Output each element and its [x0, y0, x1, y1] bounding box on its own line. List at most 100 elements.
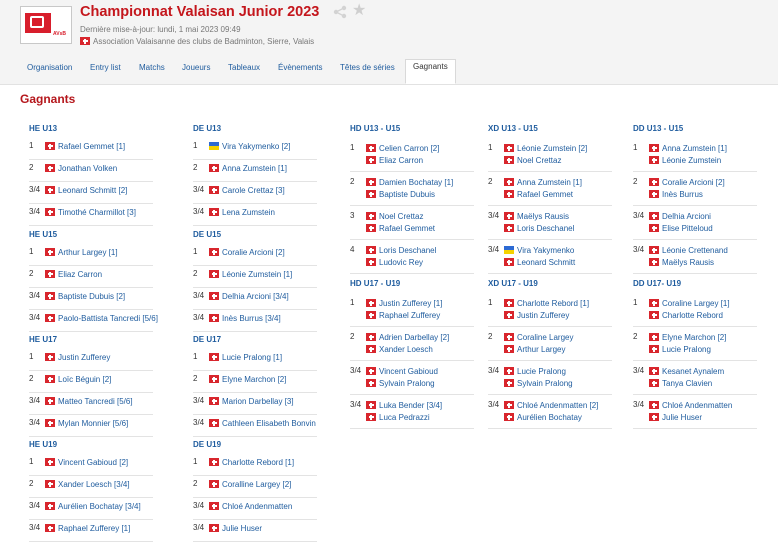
player-name[interactable]: Maëlys Rausis — [517, 212, 569, 221]
player-name[interactable]: Lucie Pralong — [662, 345, 711, 354]
player-name[interactable]: Justin Zufferey [1] — [379, 299, 442, 308]
player-link[interactable]: Loris Deschanel — [366, 245, 474, 257]
player-link[interactable]: Léonie Zumstein [1] — [209, 269, 317, 281]
player-name[interactable]: Inès Burrus [3/4] — [222, 314, 281, 323]
player-link[interactable]: Maëlys Rausis — [649, 257, 757, 269]
player-name[interactable]: Aurélien Bochatay [3/4] — [58, 502, 141, 511]
group-title[interactable]: DD U17- U19 — [633, 279, 757, 293]
player-name[interactable]: Sylvain Pralong — [379, 379, 435, 388]
player-name[interactable]: Mylan Monnier [5/6] — [58, 419, 128, 428]
tab-matchs[interactable]: Matchs — [139, 60, 165, 79]
player-link[interactable]: Raphael Zufferey [1] — [45, 523, 153, 535]
player-name[interactable]: Luca Pedrazzi — [379, 413, 430, 422]
player-link[interactable]: Anna Zumstein [1] — [209, 163, 317, 175]
organization-line[interactable]: Association Valaisanne des clubs de Badm… — [80, 36, 314, 46]
player-link[interactable]: Elyne Marchon [2] — [209, 374, 317, 386]
player-link[interactable]: Leonard Schmitt — [504, 257, 612, 269]
tab-gagnants[interactable]: Gagnants — [405, 59, 456, 84]
player-link[interactable]: Paolo-Battista Tancredi [5/6] — [45, 313, 158, 325]
player-name[interactable]: Julie Huser — [662, 413, 702, 422]
player-link[interactable]: Carole Crettaz [3] — [209, 185, 317, 197]
player-link[interactable]: Inès Burrus — [649, 189, 757, 201]
share-icon[interactable] — [333, 5, 347, 19]
group-title[interactable]: DE U13 — [193, 124, 317, 138]
player-link[interactable]: Chloé Andenmatten — [649, 400, 757, 412]
player-name[interactable]: Rafael Gemmet — [379, 224, 435, 233]
tab-tetes-de-series[interactable]: Têtes de séries — [340, 60, 395, 79]
player-name[interactable]: Arthur Largey [1] — [58, 248, 118, 257]
player-name[interactable]: Justin Zufferey — [58, 353, 110, 362]
player-name[interactable]: Tanya Clavien — [662, 379, 712, 388]
group-title[interactable]: DE U19 — [193, 440, 317, 454]
player-link[interactable]: Ludovic Rey — [366, 257, 474, 269]
player-link[interactable]: Vira Yakymenko — [504, 245, 612, 257]
player-name[interactable]: Baptiste Dubuis [2] — [58, 292, 125, 301]
player-name[interactable]: Léonie Zumstein [1] — [222, 270, 292, 279]
player-link[interactable]: Xander Loesch — [366, 344, 474, 356]
player-link[interactable]: Anna Zumstein [1] — [649, 143, 757, 155]
player-link[interactable]: Charlotte Rebord [1] — [504, 298, 612, 310]
player-name[interactable]: Celien Carron [2] — [379, 144, 439, 153]
player-name[interactable]: Luka Bender [3/4] — [379, 401, 442, 410]
player-link[interactable]: Adrien Darbellay [2] — [366, 332, 474, 344]
player-link[interactable]: Julie Huser — [209, 523, 317, 535]
player-name[interactable]: Lucie Pralong — [517, 367, 566, 376]
player-name[interactable]: Vira Yakymenko — [517, 246, 574, 255]
player-name[interactable]: Charlotte Rebord [1] — [222, 458, 294, 467]
player-link[interactable]: Cathleen Elisabeth Bonvin — [209, 418, 317, 430]
player-name[interactable]: Ludovic Rey — [379, 258, 423, 267]
player-link[interactable]: Noel Crettaz — [504, 155, 612, 167]
player-name[interactable]: Vincent Gabioud — [379, 367, 438, 376]
player-link[interactable]: Rafael Gemmet — [504, 189, 612, 201]
player-name[interactable]: Sylvain Pralong — [517, 379, 573, 388]
player-name[interactable]: Vira Yakymenko [2] — [222, 142, 290, 151]
player-link[interactable]: Eliaz Carron — [366, 155, 474, 167]
player-name[interactable]: Adrien Darbellay [2] — [379, 333, 449, 342]
player-link[interactable]: Celien Carron [2] — [366, 143, 474, 155]
player-name[interactable]: Anna Zumstein [1] — [222, 164, 287, 173]
player-name[interactable]: Xander Loesch [3/4] — [58, 480, 130, 489]
player-link[interactable]: Coraline Largey [1] — [649, 298, 757, 310]
favorite-star-icon[interactable]: ★ — [352, 3, 366, 19]
player-name[interactable]: Raphael Zufferey [1] — [58, 524, 130, 533]
player-name[interactable]: Raphael Zufferey — [379, 311, 440, 320]
player-link[interactable]: Tanya Clavien — [649, 378, 757, 390]
player-name[interactable]: Rafael Gemmet — [517, 190, 573, 199]
player-link[interactable]: Lucie Pralong — [504, 366, 612, 378]
player-link[interactable]: Timothé Charmillot [3] — [45, 207, 153, 219]
player-name[interactable]: Elyne Marchon [2] — [222, 375, 286, 384]
player-link[interactable]: Aurélien Bochatay [3/4] — [45, 501, 153, 513]
player-name[interactable]: Arthur Largey — [517, 345, 565, 354]
player-name[interactable]: Anna Zumstein [1] — [517, 178, 582, 187]
player-name[interactable]: Eliaz Carron — [58, 270, 102, 279]
group-title[interactable]: XD U13 - U15 — [488, 124, 612, 138]
player-name[interactable]: Kesanet Aynalem — [662, 367, 724, 376]
player-link[interactable]: Lena Zumstein — [209, 207, 317, 219]
player-link[interactable]: Noel Crettaz — [366, 211, 474, 223]
player-name[interactable]: Baptiste Dubuis — [379, 190, 435, 199]
player-link[interactable]: Coralline Largey [2] — [209, 479, 317, 491]
group-title[interactable]: DE U17 — [193, 335, 317, 349]
group-title[interactable]: HE U19 — [29, 440, 153, 454]
player-name[interactable]: Coralline Largey [2] — [222, 480, 291, 489]
player-name[interactable]: Noel Crettaz — [379, 212, 423, 221]
player-name[interactable]: Justin Zufferey — [517, 311, 569, 320]
player-name[interactable]: Coraline Largey — [517, 333, 573, 342]
player-name[interactable]: Léonie Zumstein — [662, 156, 721, 165]
player-link[interactable]: Xander Loesch [3/4] — [45, 479, 153, 491]
tab-entry-list[interactable]: Entry list — [90, 60, 121, 79]
player-name[interactable]: Coralie Arcioni [2] — [662, 178, 725, 187]
player-link[interactable]: Vincent Gabioud — [366, 366, 474, 378]
player-link[interactable]: Lucie Pralong [1] — [209, 352, 317, 364]
player-name[interactable]: Elyne Marchon [2] — [662, 333, 726, 342]
player-name[interactable]: Léonie Crettenand — [662, 246, 728, 255]
player-link[interactable]: Leonard Schmitt [2] — [45, 185, 153, 197]
player-link[interactable]: Baptiste Dubuis [2] — [45, 291, 153, 303]
tab-joueurs[interactable]: Joueurs — [182, 60, 210, 79]
group-title[interactable]: DD U13 - U15 — [633, 124, 757, 138]
player-name[interactable]: Jonathan Volken — [58, 164, 117, 173]
player-link[interactable]: Raphael Zufferey — [366, 310, 474, 322]
tab-tableaux[interactable]: Tableaux — [228, 60, 260, 79]
player-link[interactable]: Kesanet Aynalem — [649, 366, 757, 378]
player-link[interactable]: Vira Yakymenko [2] — [209, 141, 317, 153]
